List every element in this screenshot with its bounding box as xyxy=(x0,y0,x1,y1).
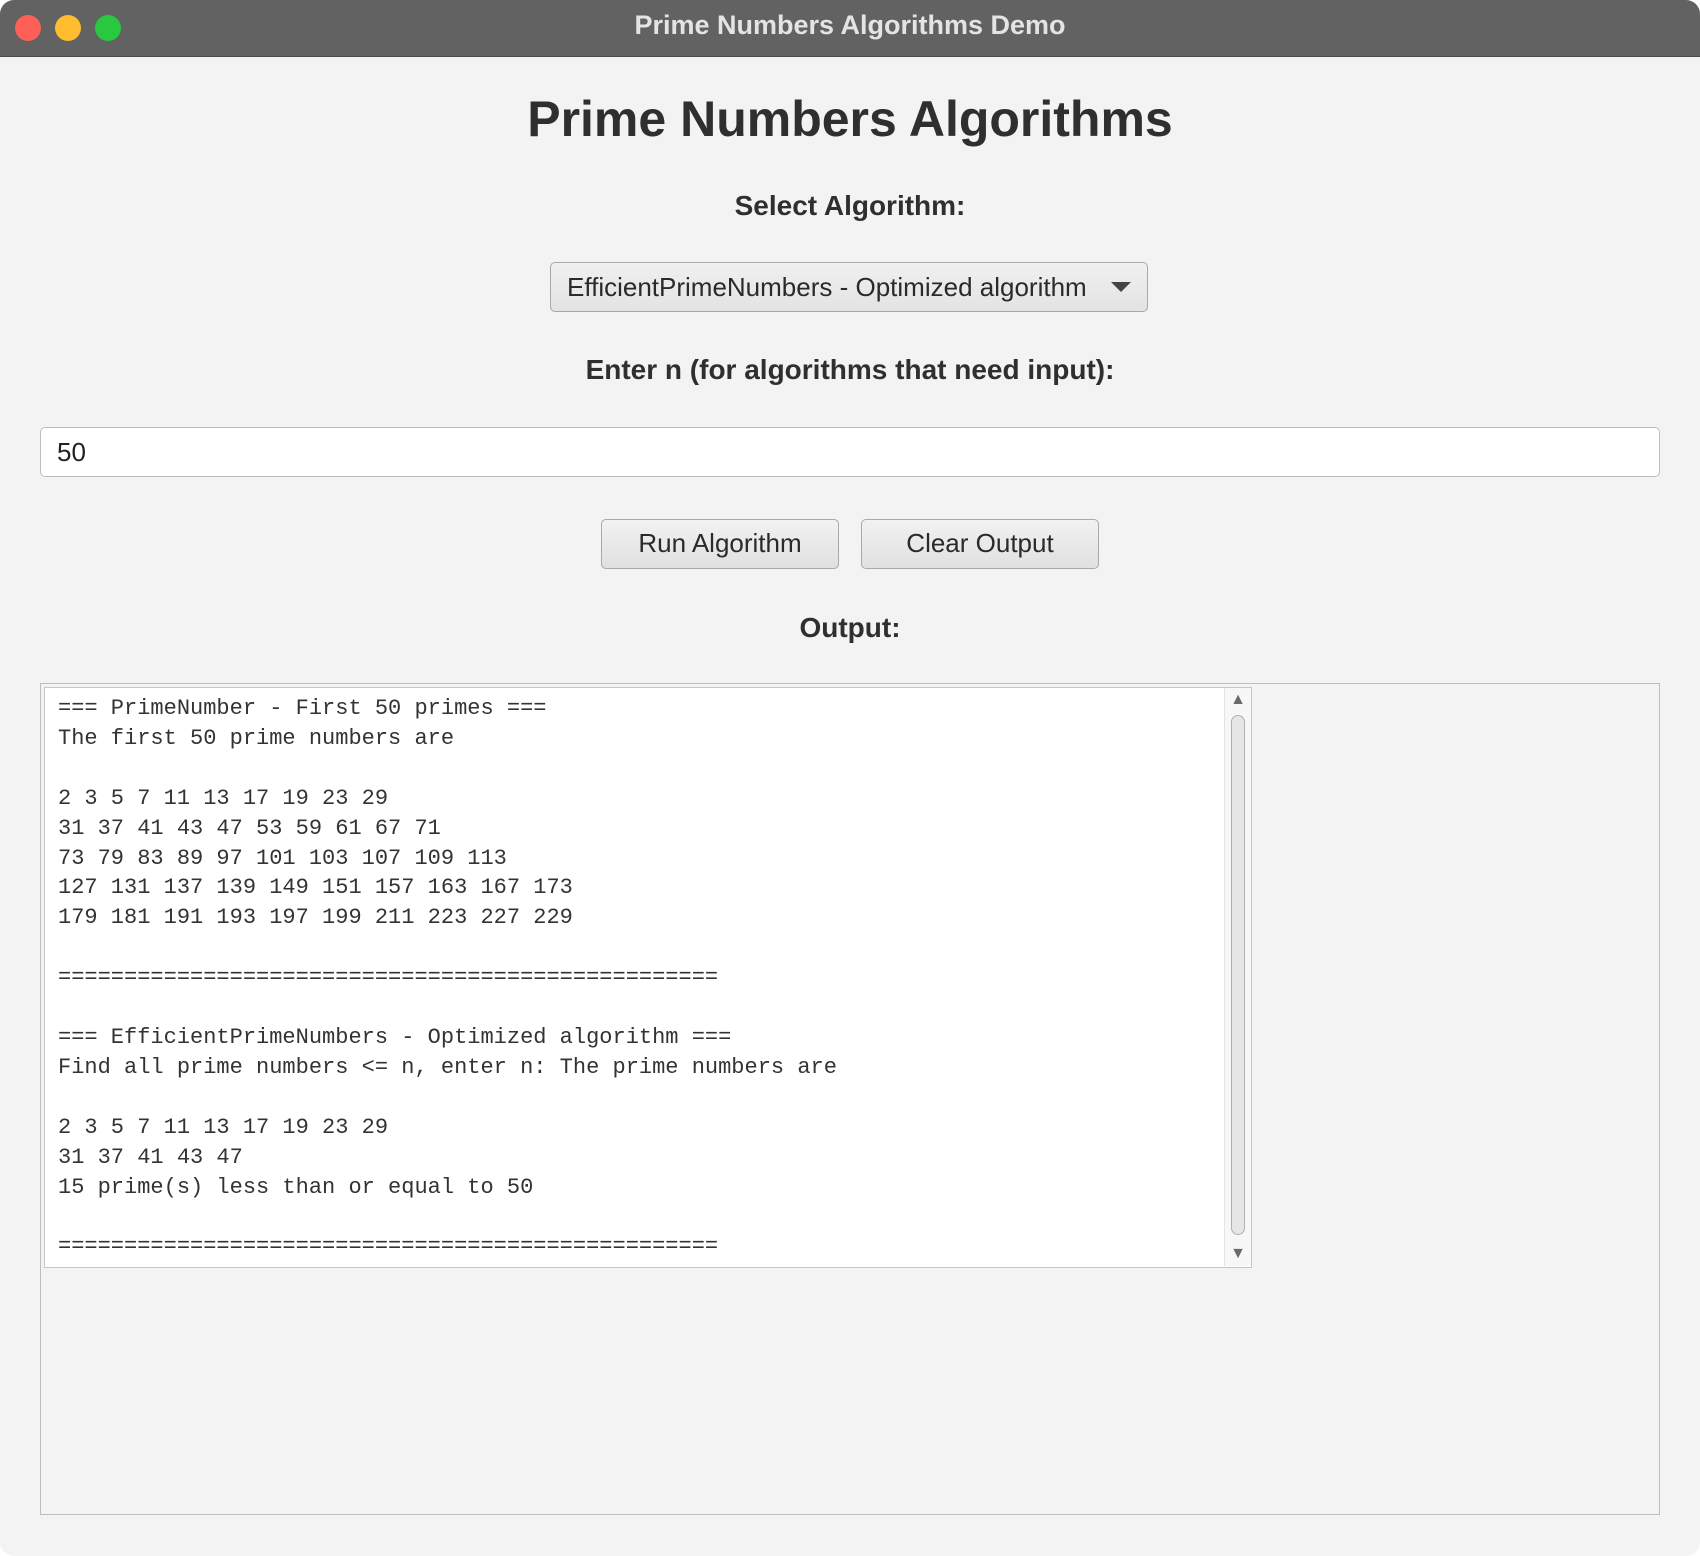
output-text: === PrimeNumber - First 50 primes === Th… xyxy=(58,696,837,1260)
page-title: Prime Numbers Algorithms xyxy=(527,91,1173,147)
algorithm-dropdown-value: EfficientPrimeNumbers - Optimized algori… xyxy=(567,272,1087,302)
select-algorithm-label: Select Algorithm: xyxy=(734,190,966,221)
window-title: Prime Numbers Algorithms Demo xyxy=(634,10,1066,40)
n-input[interactable]: 50 xyxy=(40,427,1660,477)
scroll-down-icon[interactable]: ▼ xyxy=(1225,1244,1251,1264)
run-algorithm-button[interactable]: Run Algorithm xyxy=(601,519,839,569)
output-label: Output: xyxy=(799,612,901,643)
output-region: === PrimeNumber - First 50 primes === Th… xyxy=(40,683,1660,1515)
scrollbar-thumb[interactable] xyxy=(1231,715,1245,1235)
clear-output-button[interactable]: Clear Output xyxy=(861,519,1099,569)
title-bar[interactable]: Prime Numbers Algorithms Demo xyxy=(0,0,1700,57)
chevron-down-icon xyxy=(1111,282,1131,292)
output-text-area[interactable]: === PrimeNumber - First 50 primes === Th… xyxy=(44,687,1252,1268)
scroll-up-icon[interactable]: ▲ xyxy=(1225,690,1251,710)
vertical-scrollbar[interactable]: ▲ ▼ xyxy=(1224,688,1251,1266)
algorithm-dropdown[interactable]: EfficientPrimeNumbers - Optimized algori… xyxy=(550,262,1148,312)
app-window: Prime Numbers Algorithms Demo Prime Numb… xyxy=(0,0,1700,1556)
n-input-label: Enter n (for algorithms that need input)… xyxy=(585,354,1115,385)
